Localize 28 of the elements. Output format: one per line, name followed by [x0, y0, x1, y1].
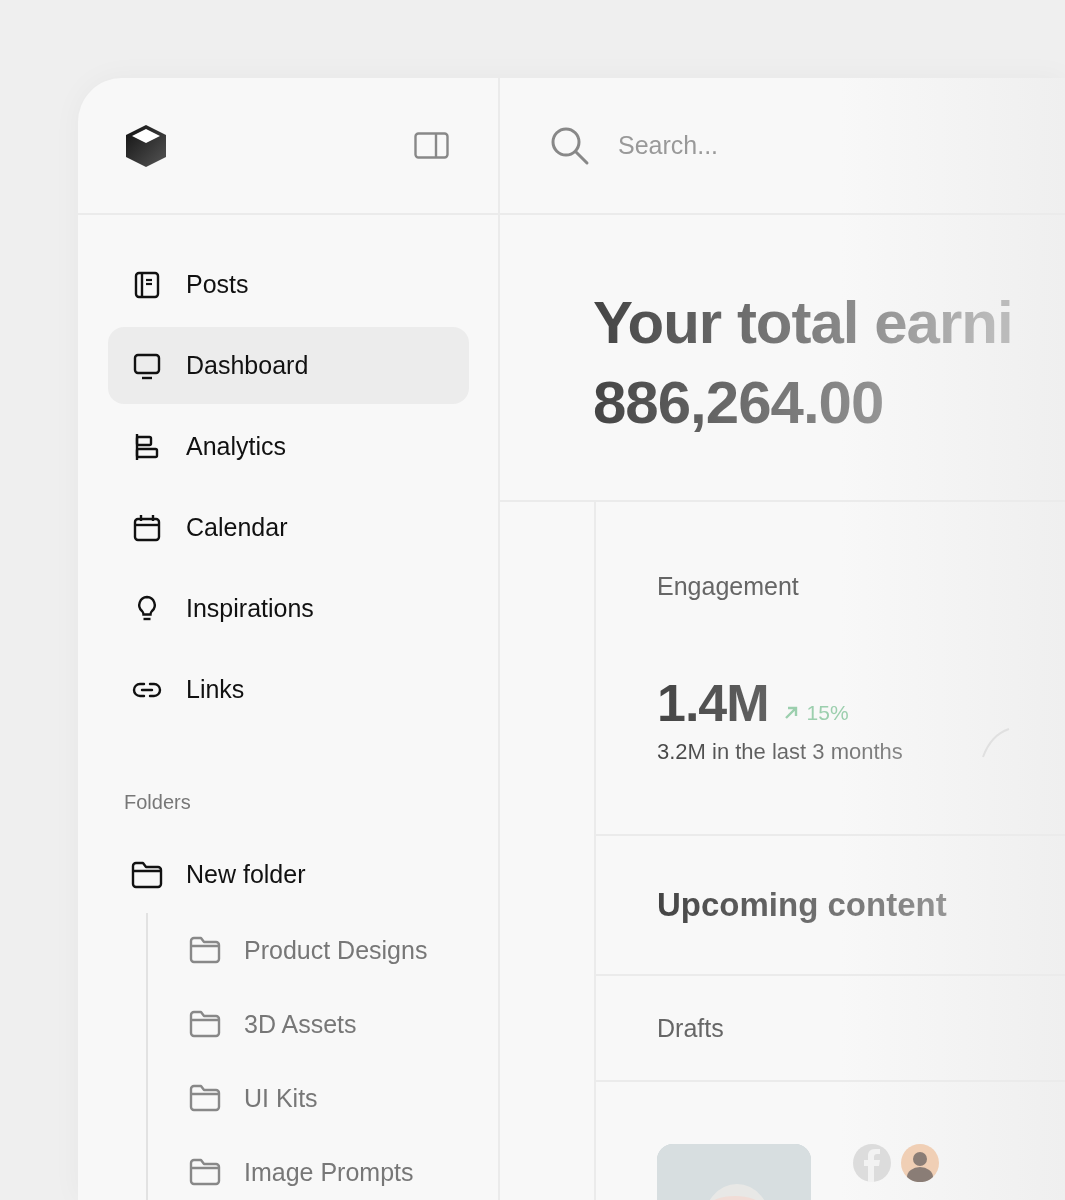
- folder-icon: [130, 859, 164, 890]
- change-percent: 15%: [806, 701, 849, 725]
- search-field[interactable]: Search...: [616, 130, 920, 161]
- folders-heading: Folders: [124, 791, 192, 814]
- facebook-icon: [853, 1144, 891, 1182]
- nav-item[interactable]: Links: [108, 651, 469, 728]
- folder-icon: [188, 1157, 222, 1187]
- notebook-icon: [132, 269, 162, 300]
- calendar-icon: [132, 512, 162, 543]
- search-icon: [550, 125, 590, 166]
- folder-item[interactable]: UI Kits: [148, 1061, 498, 1135]
- folder-item[interactable]: 3D Assets: [148, 987, 498, 1061]
- folder-icon: [188, 935, 222, 965]
- folder-icon: [188, 1083, 222, 1113]
- nav-item[interactable]: Dashboard: [108, 327, 469, 404]
- folder-icon: [188, 1009, 222, 1039]
- sidebar-toggle-icon[interactable]: [414, 132, 449, 159]
- folder-item[interactable]: Product Designs: [148, 913, 498, 987]
- folder-item[interactable]: New folder: [78, 836, 498, 913]
- nav-item[interactable]: Calendar: [108, 489, 469, 566]
- folder-item[interactable]: Image Prompts: [148, 1135, 498, 1200]
- cube-logo: [125, 123, 167, 168]
- nav-item[interactable]: Posts: [108, 246, 469, 323]
- nav-item[interactable]: Inspirations: [108, 570, 469, 647]
- avatar-icon: [901, 1144, 939, 1182]
- drafts-title: Drafts: [596, 976, 1065, 1082]
- engagement-title: Engagement: [657, 572, 800, 601]
- nav-item[interactable]: Analytics: [108, 408, 469, 485]
